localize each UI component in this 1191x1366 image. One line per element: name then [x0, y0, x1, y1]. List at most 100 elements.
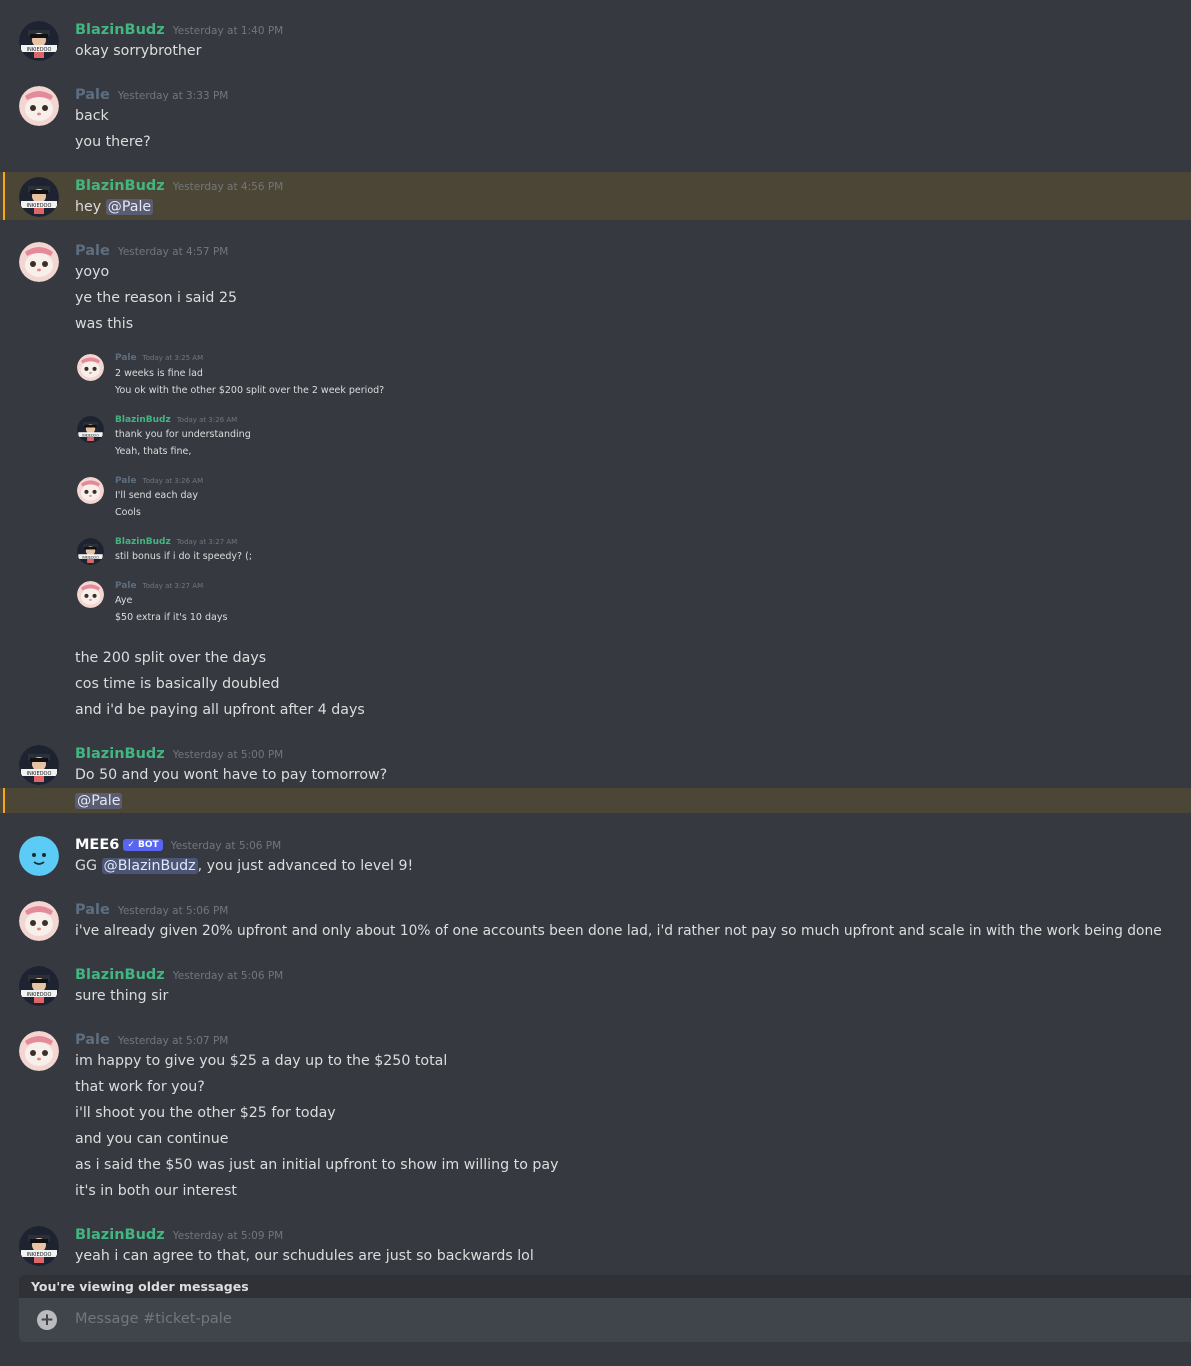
- message-line: as i said the $50 was just an initial up…: [75, 1157, 559, 1173]
- timestamp: Yesterday at 5:06 PM: [117, 905, 229, 917]
- message-header: BlazinBudz Yesterday at 5:00 PM: [75, 743, 283, 765]
- avatar: [77, 538, 104, 565]
- message-line: that work for you?: [75, 1079, 205, 1095]
- embedded-line: 2 weeks is fine lad: [115, 368, 203, 379]
- message-text: hey: [75, 199, 102, 215]
- embedded-username: Pale: [115, 581, 137, 591]
- mention-highlight-bar: [3, 172, 5, 220]
- embedded-line: thank you for understanding: [115, 429, 251, 440]
- user-mention[interactable]: @Pale: [75, 793, 123, 809]
- embedded-line: Yeah, thats fine,: [115, 446, 192, 457]
- embedded-username: Pale: [115, 476, 137, 486]
- avatar[interactable]: [19, 1226, 59, 1266]
- plus-circle-icon[interactable]: +: [37, 1310, 57, 1330]
- mention-highlight: [0, 788, 1191, 813]
- message-header: Pale Yesterday at 5:06 PM: [75, 899, 228, 921]
- embedded-timestamp: Today at 3:25 AM: [142, 354, 204, 362]
- timestamp: Yesterday at 3:33 PM: [117, 90, 229, 102]
- embedded-timestamp: Today at 3:27 AM: [176, 538, 238, 546]
- message-line: im happy to give you $25 a day up to the…: [75, 1053, 448, 1069]
- avatar: [77, 581, 104, 608]
- avatar[interactable]: [19, 901, 59, 941]
- username[interactable]: MEE6: [75, 837, 119, 853]
- message-line: okay sorrybrother: [75, 43, 202, 59]
- username[interactable]: BlazinBudz: [75, 746, 165, 762]
- message-line: GG @BlazinBudz, you just advanced to lev…: [75, 856, 413, 876]
- embedded-username: Pale: [115, 353, 137, 363]
- timestamp: Yesterday at 5:09 PM: [172, 1230, 284, 1242]
- username[interactable]: Pale: [75, 1032, 110, 1048]
- embedded-line: I'll send each day: [115, 490, 198, 501]
- message-line: yoyo: [75, 264, 110, 280]
- message-line: cos time is basically doubled: [75, 676, 280, 692]
- embedded-timestamp: Today at 3:27 AM: [142, 582, 204, 590]
- message-line: and you can continue: [75, 1131, 229, 1147]
- avatar: [77, 477, 104, 504]
- message-line: you there?: [75, 134, 151, 150]
- embedded-line: Cools: [115, 507, 141, 518]
- username[interactable]: Pale: [75, 902, 110, 918]
- message-line: i've already given 20% upfront and only …: [75, 923, 1162, 939]
- message-header: Pale Yesterday at 5:07 PM: [75, 1029, 228, 1051]
- embedded-line: Aye: [115, 595, 133, 606]
- message-line: Do 50 and you wont have to pay tomorrow?: [75, 767, 388, 783]
- bot-badge: ✓ BOT: [123, 839, 163, 851]
- avatar[interactable]: [19, 836, 59, 876]
- message-text: GG: [75, 858, 97, 874]
- message-line: yeah i can agree to that, our schudules …: [75, 1248, 534, 1264]
- embedded-header: BlazinBudz Today at 3:27 AM: [115, 537, 237, 547]
- message-line: ye the reason i said 25: [75, 290, 237, 306]
- message-line: the 200 split over the days: [75, 650, 267, 666]
- message-line: and i'd be paying all upfront after 4 da…: [75, 702, 365, 718]
- message-line: was this: [75, 316, 134, 332]
- older-messages-bar[interactable]: You're viewing older messages: [19, 1275, 1191, 1298]
- avatar[interactable]: [19, 242, 59, 282]
- message-header: Pale Yesterday at 3:33 PM: [75, 84, 228, 106]
- embedded-line: $50 extra if it's 10 days: [115, 612, 228, 623]
- avatar[interactable]: [19, 745, 59, 785]
- older-messages-label: You're viewing older messages: [31, 1279, 249, 1294]
- embedded-header: Pale Today at 3:25 AM: [115, 353, 203, 363]
- embedded-username: BlazinBudz: [115, 537, 171, 547]
- message-text: , you just advanced to level 9!: [197, 858, 414, 874]
- username[interactable]: BlazinBudz: [75, 967, 165, 983]
- avatar[interactable]: [19, 966, 59, 1006]
- avatar[interactable]: [19, 86, 59, 126]
- timestamp: Yesterday at 4:57 PM: [117, 246, 229, 258]
- message-line: sure thing sir: [75, 988, 169, 1004]
- embedded-header: Pale Today at 3:26 AM: [115, 476, 203, 486]
- embedded-timestamp: Today at 3:26 AM: [176, 416, 238, 424]
- username[interactable]: BlazinBudz: [75, 22, 165, 38]
- username[interactable]: BlazinBudz: [75, 1227, 165, 1243]
- avatar[interactable]: [19, 177, 59, 217]
- username[interactable]: BlazinBudz: [75, 178, 165, 194]
- timestamp: Yesterday at 4:56 PM: [172, 181, 284, 193]
- username[interactable]: Pale: [75, 243, 110, 259]
- embedded-line: You ok with the other $200 split over th…: [115, 385, 385, 396]
- timestamp: Yesterday at 5:06 PM: [172, 970, 284, 982]
- message-line: it's in both our interest: [75, 1183, 237, 1199]
- avatar[interactable]: [19, 21, 59, 61]
- message-line: i'll shoot you the other $25 for today: [75, 1105, 336, 1121]
- message-line: @Pale: [75, 791, 123, 811]
- embedded-username: BlazinBudz: [115, 415, 171, 425]
- timestamp: Yesterday at 1:40 PM: [172, 25, 284, 37]
- message-header: BlazinBudz Yesterday at 4:56 PM: [75, 175, 283, 197]
- timestamp: Yesterday at 5:07 PM: [117, 1035, 229, 1047]
- username[interactable]: Pale: [75, 87, 110, 103]
- embedded-header: BlazinBudz Today at 3:26 AM: [115, 415, 237, 425]
- message-placeholder[interactable]: Message #ticket-pale: [75, 1311, 232, 1327]
- timestamp: Yesterday at 5:06 PM: [170, 840, 282, 852]
- message-header: BlazinBudz Yesterday at 5:09 PM: [75, 1224, 283, 1246]
- avatar: [77, 354, 104, 381]
- message-input[interactable]: + Message #ticket-pale: [19, 1298, 1191, 1342]
- avatar[interactable]: [19, 1031, 59, 1071]
- timestamp: Yesterday at 5:00 PM: [172, 749, 284, 761]
- message-line: back: [75, 108, 109, 124]
- message-header: BlazinBudz Yesterday at 1:40 PM: [75, 19, 283, 41]
- user-mention[interactable]: @Pale: [105, 199, 154, 215]
- message-header: Pale Yesterday at 4:57 PM: [75, 240, 228, 262]
- mention-highlight-bar: [3, 788, 5, 813]
- message-header: BlazinBudz Yesterday at 5:06 PM: [75, 964, 283, 986]
- user-mention[interactable]: @BlazinBudz: [101, 858, 198, 874]
